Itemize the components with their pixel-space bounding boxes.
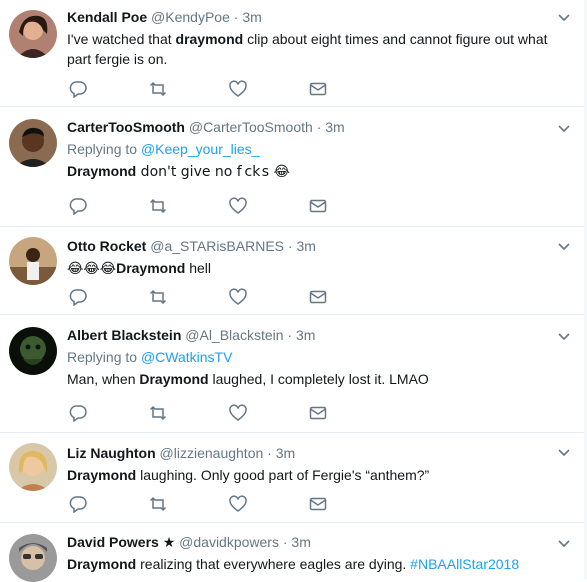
separator: · xyxy=(233,9,239,25)
author-handle[interactable]: @a_STARisBARNES xyxy=(150,238,284,254)
tweet[interactable]: Otto Rocket @a_STARisBARNES · 3m 😂😂😂Dray… xyxy=(0,227,587,315)
direct-message-icon[interactable] xyxy=(309,80,329,100)
tweet[interactable]: Kendall Poe @KendyPoe · 3m I've watched … xyxy=(0,0,587,107)
author-handle[interactable]: @CarterTooSmooth xyxy=(189,119,313,135)
separator: · xyxy=(282,534,288,550)
chevron-down-icon[interactable] xyxy=(557,239,573,255)
author-name[interactable]: David Powers ★ xyxy=(67,534,175,550)
author-name[interactable]: CarterTooSmooth xyxy=(67,119,185,135)
separator: · xyxy=(287,238,293,254)
avatar[interactable] xyxy=(9,327,57,375)
timestamp[interactable]: 3m xyxy=(242,9,261,25)
author-name[interactable]: Otto Rocket xyxy=(67,238,146,254)
timestamp[interactable]: 3m xyxy=(296,327,315,343)
reply-to-link[interactable]: @CWatkinsTV xyxy=(141,349,232,365)
timestamp[interactable]: 3m xyxy=(276,445,295,461)
tweet-text: Draymond don't give no f ck s 😂 xyxy=(67,163,290,180)
author-handle[interactable]: @davidkpowers xyxy=(179,534,279,550)
author-name[interactable]: Albert Blackstein xyxy=(67,327,181,343)
retweet-icon[interactable] xyxy=(149,404,169,424)
avatar[interactable] xyxy=(9,534,57,582)
tweet[interactable]: Liz Naughton @lizzienaughton · 3m Draymo… xyxy=(0,433,587,523)
reply-icon[interactable] xyxy=(69,288,89,308)
like-icon[interactable] xyxy=(229,288,249,308)
chevron-down-icon[interactable] xyxy=(557,445,573,461)
tweet-text: Draymond laughing. Only good part of Fer… xyxy=(67,467,430,483)
reply-icon[interactable] xyxy=(69,197,89,217)
like-icon[interactable] xyxy=(229,197,249,217)
direct-message-icon[interactable] xyxy=(309,197,329,217)
retweet-icon[interactable] xyxy=(149,288,169,308)
tweet-text: 😂😂😂Draymond hell xyxy=(67,260,211,277)
retweet-icon[interactable] xyxy=(149,80,169,100)
replying-to: Replying to @Keep_your_lies_ xyxy=(67,141,260,157)
reply-icon[interactable] xyxy=(69,495,89,515)
author-name[interactable]: Kendall Poe xyxy=(67,9,147,25)
timestamp[interactable]: 3m xyxy=(291,534,310,550)
separator: · xyxy=(287,327,293,343)
chevron-down-icon[interactable] xyxy=(557,10,573,26)
tweet-text: I've watched that draymond clip about ei… xyxy=(67,31,548,67)
separator: · xyxy=(267,445,272,461)
author-handle[interactable]: @Al_Blackstein xyxy=(185,327,283,343)
avatar[interactable] xyxy=(9,237,57,285)
tweet[interactable]: CarterTooSmooth @CarterTooSmooth · 3m Re… xyxy=(0,107,587,227)
retweet-icon[interactable] xyxy=(149,495,169,515)
reply-icon[interactable] xyxy=(69,80,89,100)
tweet-text: Man, when Draymond laughed, I completely… xyxy=(67,371,429,387)
timestamp[interactable]: 3m xyxy=(296,238,315,254)
hashtag-link[interactable]: #NBAAllStar2018 xyxy=(410,556,519,572)
chevron-down-icon[interactable] xyxy=(557,121,573,137)
tweet[interactable]: Albert Blackstein @Al_Blackstein · 3m Re… xyxy=(0,315,587,433)
like-icon[interactable] xyxy=(229,404,249,424)
avatar[interactable] xyxy=(9,10,57,58)
direct-message-icon[interactable] xyxy=(309,288,329,308)
separator: · xyxy=(316,119,322,135)
timestamp[interactable]: 3m xyxy=(325,119,344,135)
author-handle[interactable]: @KendyPoe xyxy=(151,9,230,25)
like-icon[interactable] xyxy=(229,80,249,100)
avatar[interactable] xyxy=(9,119,57,167)
replying-to: Replying to @CWatkinsTV xyxy=(67,349,233,365)
reply-to-link[interactable]: @Keep_your_lies_ xyxy=(141,141,260,157)
author-handle[interactable]: @lizzienaughton xyxy=(160,445,264,461)
chevron-down-icon[interactable] xyxy=(557,329,573,345)
tweet-text: Draymond realizing that everywhere eagle… xyxy=(67,556,520,572)
tweet[interactable]: David Powers ★ @davidkpowers · 3m Draymo… xyxy=(0,523,587,582)
author-name[interactable]: Liz Naughton xyxy=(67,445,156,461)
direct-message-icon[interactable] xyxy=(309,495,329,515)
avatar[interactable] xyxy=(9,443,57,491)
reply-icon[interactable] xyxy=(69,404,89,424)
direct-message-icon[interactable] xyxy=(309,404,329,424)
retweet-icon[interactable] xyxy=(149,197,169,217)
like-icon[interactable] xyxy=(229,495,249,515)
chevron-down-icon[interactable] xyxy=(557,536,573,552)
